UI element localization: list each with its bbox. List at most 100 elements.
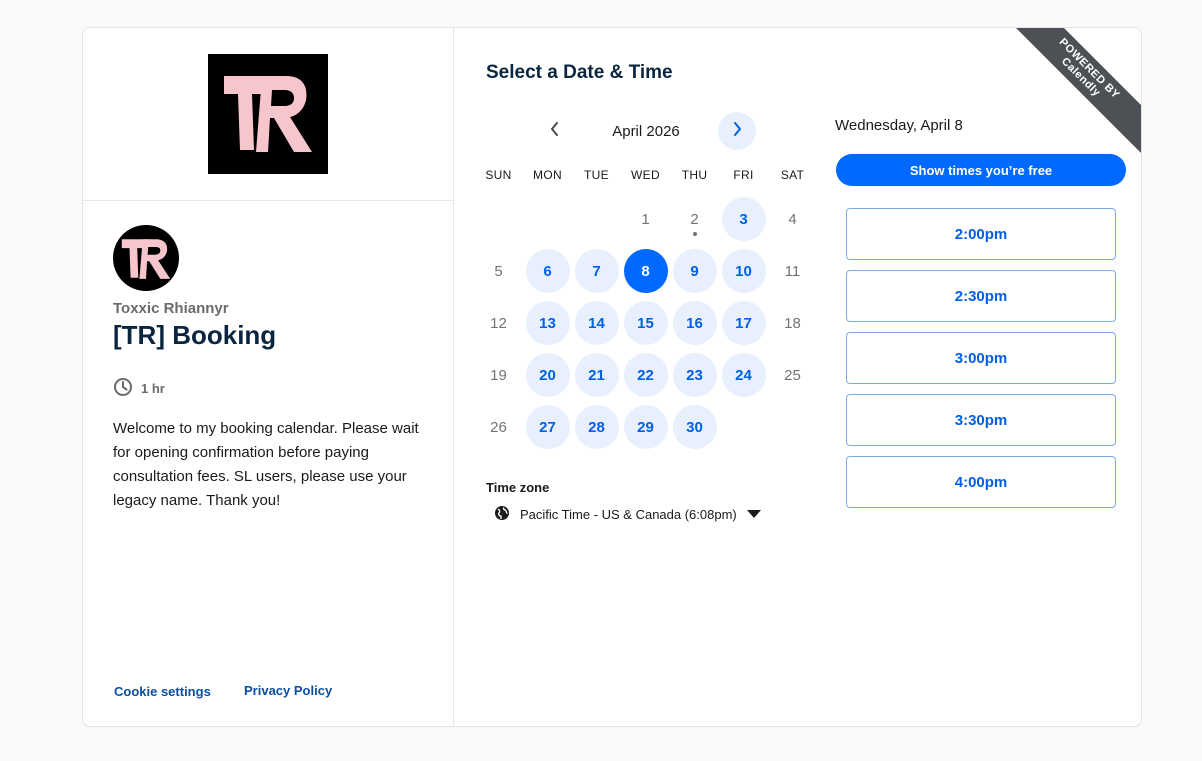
time-slot-button[interactable]: 2:30pm — [846, 270, 1116, 322]
day-cell: 23 — [670, 349, 719, 401]
day-cell: 6 — [523, 245, 572, 297]
available-day-button[interactable]: 14 — [574, 301, 619, 345]
available-day-button[interactable]: 9 — [672, 249, 717, 293]
event-duration: 1 hr — [113, 377, 165, 400]
unavailable-day: 12 — [490, 314, 507, 332]
available-day-button[interactable]: 28 — [574, 405, 619, 449]
available-day-button[interactable]: 29 — [623, 405, 668, 449]
unavailable-day: 18 — [784, 314, 801, 332]
time-slot-button[interactable]: 2:00pm — [846, 208, 1116, 260]
show-free-times-button[interactable]: Show times you’re free — [836, 154, 1126, 186]
weekday-label: WED — [631, 168, 660, 182]
weekday-label: THU — [681, 168, 708, 182]
unavailable-day: 11 — [784, 262, 801, 280]
month-label: April 2026 — [612, 122, 680, 140]
cookie-settings-link[interactable]: Cookie settings — [114, 684, 211, 699]
day-cell: 27 — [523, 401, 572, 453]
day-cell: 10 — [719, 245, 768, 297]
day-cell: 16 — [670, 297, 719, 349]
day-cell: 11 — [768, 245, 817, 297]
duration-label: 1 hr — [141, 381, 165, 396]
logo-section — [83, 28, 453, 201]
selected-date-label: Wednesday, April 8 — [835, 117, 963, 134]
day-cell: 26 — [474, 401, 523, 453]
unavailable-day: 19 — [490, 366, 507, 384]
time-slot-button[interactable]: 3:30pm — [846, 394, 1116, 446]
available-day-button[interactable]: 6 — [525, 249, 570, 293]
day-cell: 7 — [572, 245, 621, 297]
chevron-right-icon — [731, 121, 743, 141]
available-day-button[interactable]: 15 — [623, 301, 668, 345]
available-day-button[interactable]: 24 — [721, 353, 766, 397]
time-slot-list: 2:00pm 2:30pm 3:00pm 3:30pm 4:00pm — [846, 208, 1116, 518]
avatar — [113, 225, 179, 291]
privacy-policy-link[interactable]: Privacy Policy — [244, 683, 332, 698]
available-day-button[interactable]: 3 — [721, 197, 766, 241]
chevron-left-icon — [549, 121, 561, 141]
day-cell: 8 — [621, 245, 670, 297]
day-cell: 1 — [621, 193, 670, 245]
empty-day-cell — [523, 193, 572, 245]
available-day-button[interactable]: 20 — [525, 353, 570, 397]
weekday-label: SUN — [485, 168, 512, 182]
available-day-button[interactable]: 23 — [672, 353, 717, 397]
day-cell: 17 — [719, 297, 768, 349]
available-day-button[interactable]: 13 — [525, 301, 570, 345]
available-day-button[interactable]: 7 — [574, 249, 619, 293]
available-day-button[interactable]: 17 — [721, 301, 766, 345]
day-cell: 30 — [670, 401, 719, 453]
day-cell: 12 — [474, 297, 523, 349]
event-title: [TR] Booking — [113, 320, 277, 350]
available-day-button[interactable]: 21 — [574, 353, 619, 397]
available-day-button[interactable]: 10 — [721, 249, 766, 293]
unavailable-day: 1 — [641, 210, 650, 228]
day-cell: 2 — [670, 193, 719, 245]
host-name: Toxxic Rhiannyr — [113, 300, 229, 317]
month-navigation: April 2026 — [536, 112, 756, 150]
empty-day-cell — [474, 193, 523, 245]
unavailable-day: 4 — [788, 210, 797, 228]
event-details-panel: Toxxic Rhiannyr [TR] Booking 1 hr Welcom… — [83, 28, 454, 726]
day-cell: 22 — [621, 349, 670, 401]
day-cell: 19 — [474, 349, 523, 401]
day-cell: 29 — [621, 401, 670, 453]
timezone-label: Time zone — [486, 480, 550, 495]
day-cell: 13 — [523, 297, 572, 349]
timezone-select[interactable]: Pacific Time - US & Canada (6:08pm) — [494, 505, 761, 524]
powered-by-calendly-badge[interactable]: POWERED BY Calendly — [1002, 28, 1141, 156]
day-cell: 20 — [523, 349, 572, 401]
unavailable-day: 5 — [494, 262, 503, 280]
globe-icon — [494, 505, 510, 524]
day-cell: 28 — [572, 401, 621, 453]
weekday-label: FRI — [733, 168, 754, 182]
time-slot-button[interactable]: 4:00pm — [846, 456, 1116, 508]
next-month-button[interactable] — [717, 112, 756, 150]
day-cell: 3 — [719, 193, 768, 245]
previous-month-button[interactable] — [536, 112, 574, 150]
scheduler-panel: Select a Date & Time April 2026 SUN MON TU… — [454, 28, 1141, 726]
calendar: SUN MON TUE WED THU FRI SAT 1 2 3 4 5 6 7 8 9 10 11 12 13 1… — [474, 168, 818, 453]
selected-day-button[interactable]: 8 — [623, 249, 668, 293]
day-cell: 24 — [719, 349, 768, 401]
available-day-button[interactable]: 30 — [672, 405, 717, 449]
calendar-grid: 1 2 3 4 5 6 7 8 9 10 11 12 13 14 15 16 17 18 19 20 21 22 23 24 2… — [474, 193, 818, 453]
day-cell: 15 — [621, 297, 670, 349]
day-cell: 4 — [768, 193, 817, 245]
available-day-button[interactable]: 16 — [672, 301, 717, 345]
weekday-label: SAT — [780, 168, 805, 182]
available-day-button[interactable]: 27 — [525, 405, 570, 449]
day-cell: 21 — [572, 349, 621, 401]
today-indicator-dot — [692, 232, 697, 236]
caret-down-icon — [746, 507, 761, 522]
event-description: Welcome to my booking calendar. Please w… — [113, 420, 419, 509]
section-title: Select a Date & Time — [486, 62, 673, 83]
time-slot-button[interactable]: 3:00pm — [846, 332, 1116, 384]
day-cell: 5 — [474, 245, 523, 297]
day-cell: 18 — [768, 297, 817, 349]
weekday-label: TUE — [584, 168, 609, 182]
unavailable-day: 25 — [784, 366, 801, 384]
weekday-header: SUN MON TUE WED THU FRI SAT — [474, 168, 818, 182]
available-day-button[interactable]: 22 — [623, 353, 668, 397]
booking-card: Toxxic Rhiannyr [TR] Booking 1 hr Welcom… — [82, 27, 1142, 727]
timezone-value: Pacific Time - US & Canada (6:08pm) — [520, 507, 737, 522]
